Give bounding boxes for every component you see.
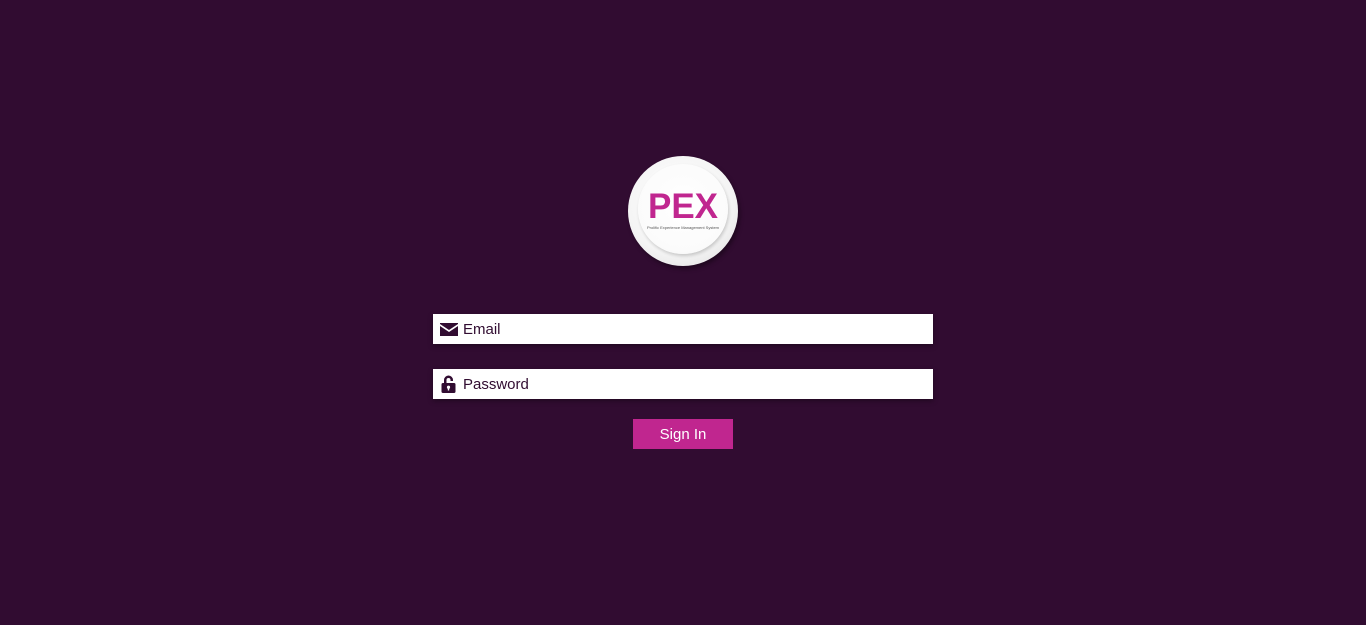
- logo-badge: PEX Prolific Experience Management Syste…: [638, 164, 728, 254]
- sign-in-button[interactable]: Sign In: [633, 419, 733, 449]
- logo-tagline: Prolific Experience Management System: [646, 225, 720, 230]
- email-field-container: [433, 314, 933, 344]
- logo-brand: PEX: [647, 187, 719, 226]
- login-page: PEX Prolific Experience Management Syste…: [0, 0, 1366, 625]
- email-input[interactable]: [463, 314, 923, 344]
- envelope-icon: [440, 320, 458, 338]
- pex-logo: PEX Prolific Experience Management Syste…: [628, 156, 738, 266]
- password-input[interactable]: [463, 369, 923, 399]
- unlock-icon: [440, 375, 458, 393]
- password-field-container: [433, 369, 933, 399]
